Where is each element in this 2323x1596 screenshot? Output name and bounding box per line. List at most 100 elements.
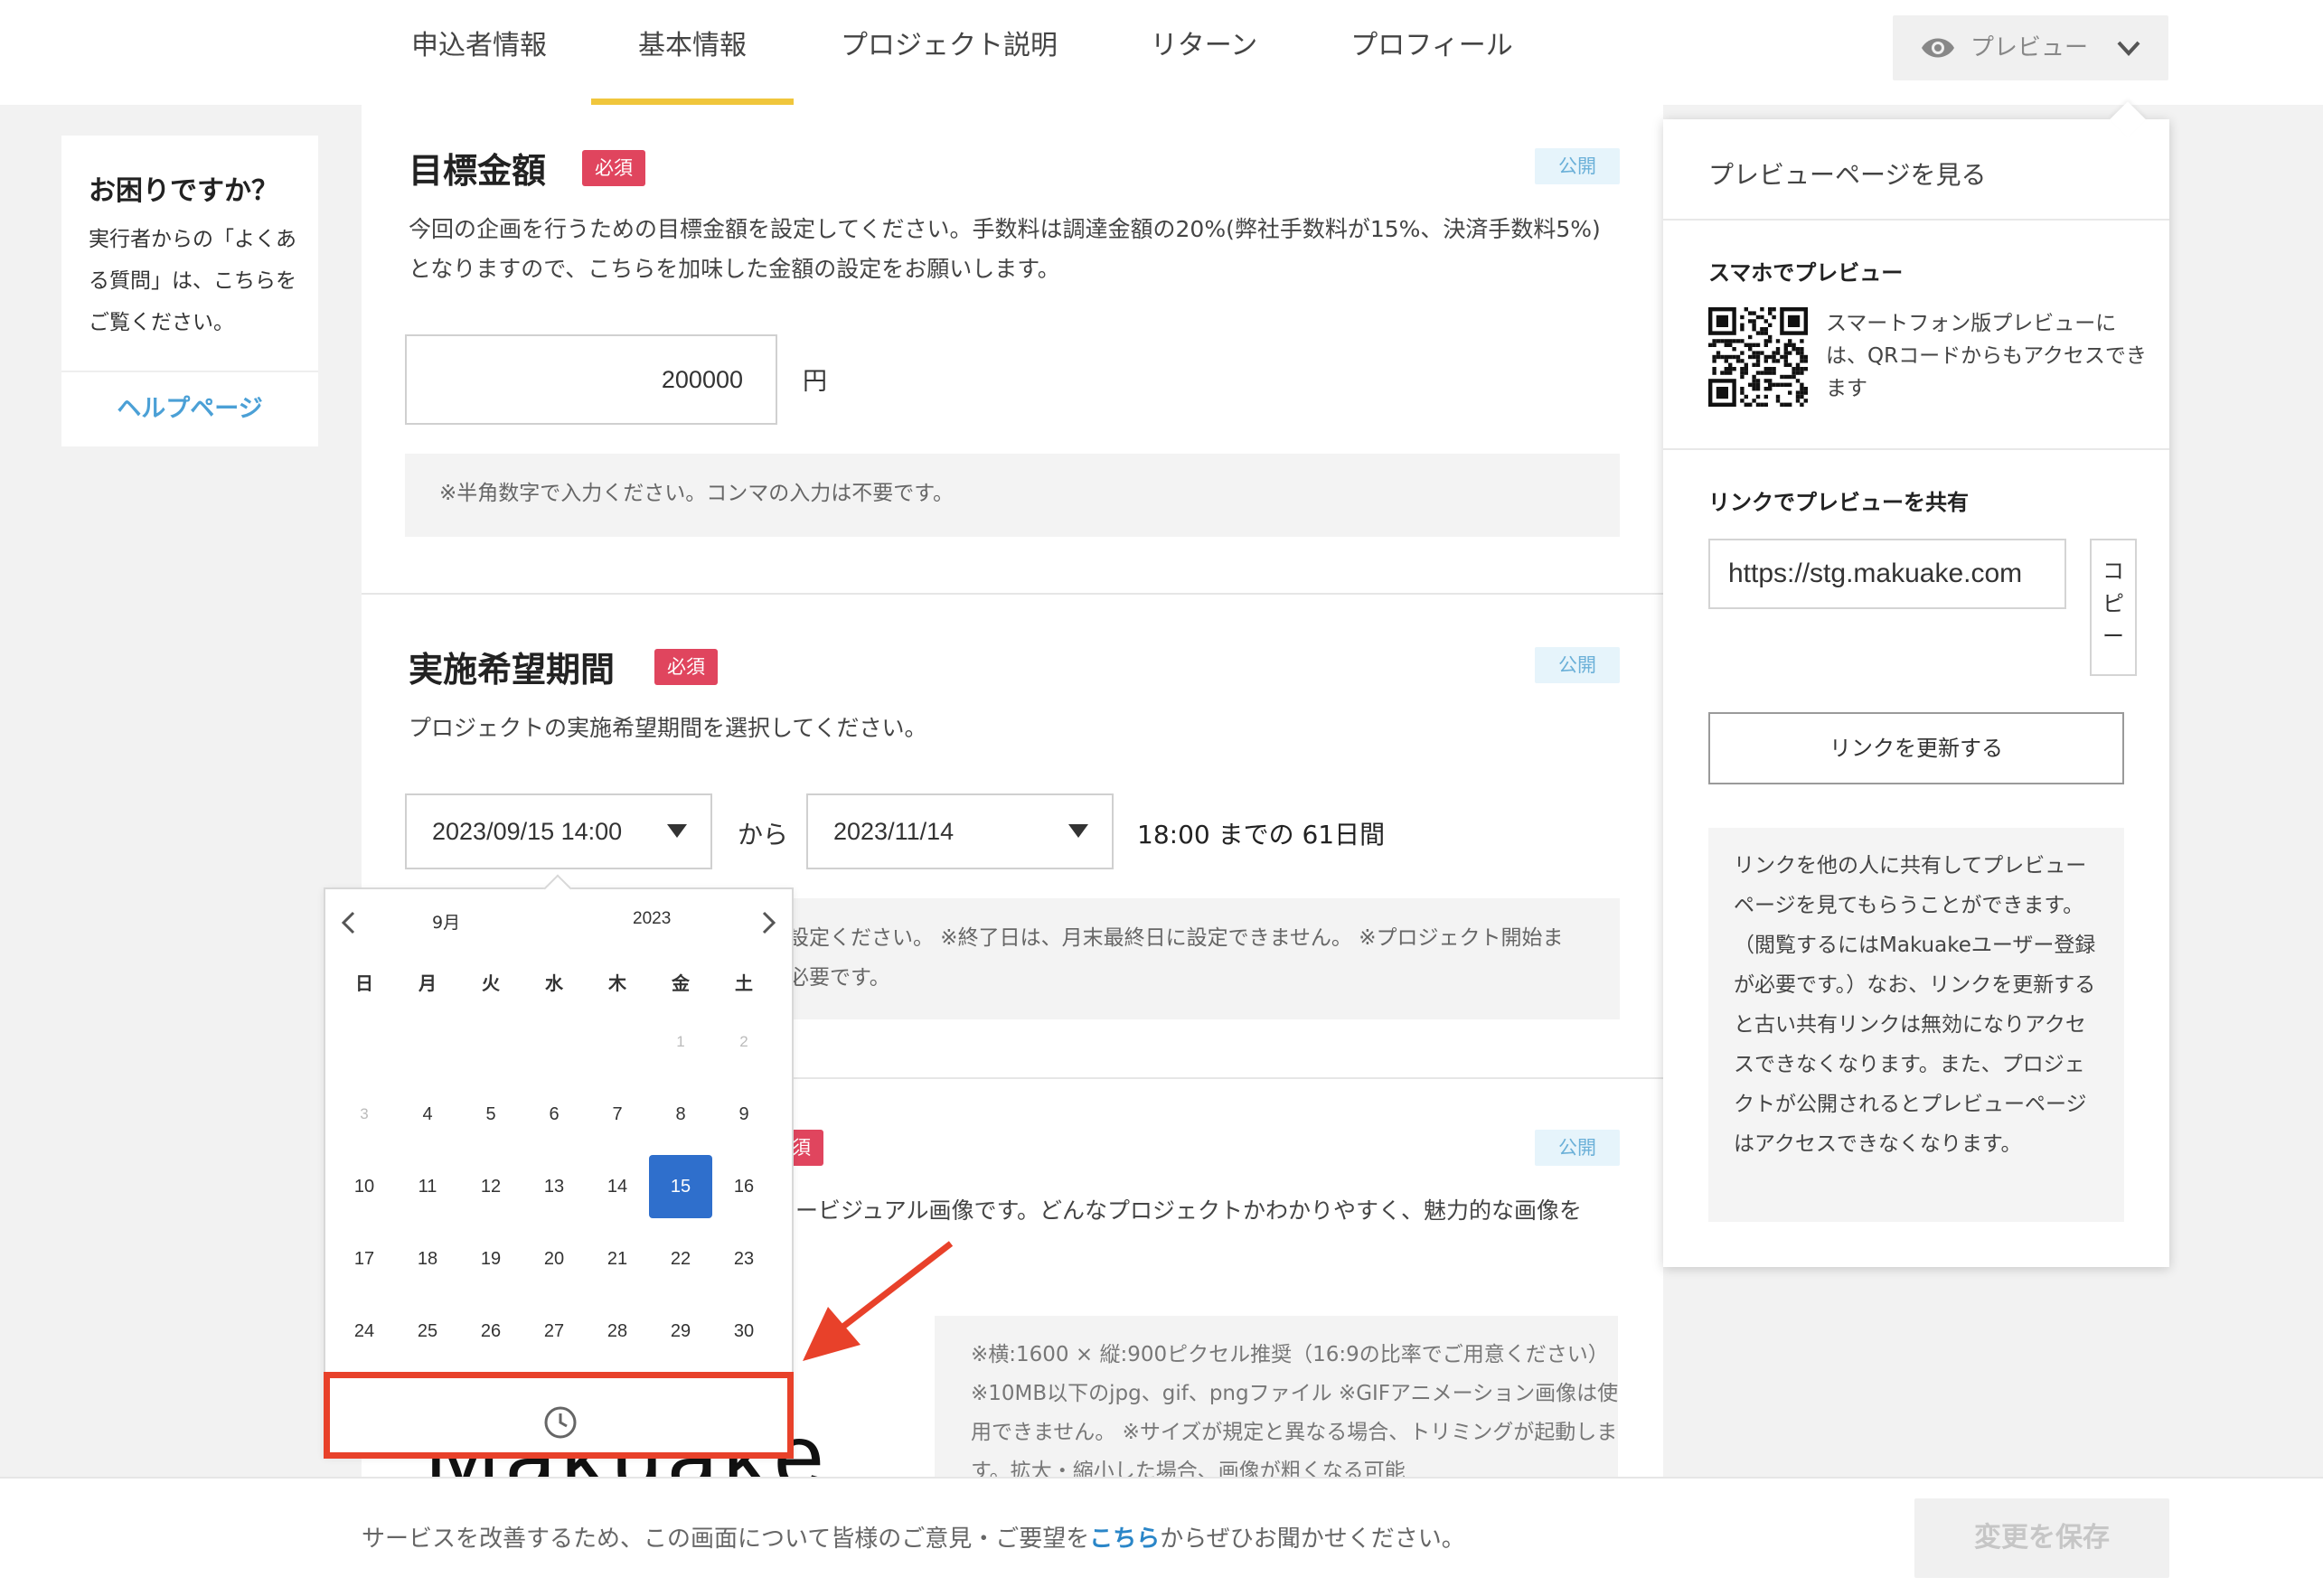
- help-card: お困りですか？ 実行者からの「よくある質問」は、こちらをご覧ください。 ヘルプペ…: [61, 136, 318, 446]
- public-badge: 公開: [1535, 148, 1620, 184]
- section-divider: [362, 593, 1663, 595]
- calendar-day[interactable]: 1: [649, 1010, 712, 1074]
- calendar-day[interactable]: 3: [333, 1083, 396, 1146]
- image-note: ※横:1600 × 縦:900ピクセル推奨（16:9の比率でご用意ください） ※…: [935, 1316, 1618, 1479]
- calendar-day[interactable]: 9: [712, 1083, 776, 1146]
- image-description: ービジュアル画像です。どんなプロジェクトかわかりやすく、魅力的な画像を: [795, 1197, 1583, 1224]
- preview-label: プレビュー: [1970, 34, 2089, 61]
- copy-button[interactable]: コピー: [2090, 539, 2137, 676]
- calendar-day[interactable]: 10: [333, 1155, 396, 1218]
- copy-button-char: ピ: [2102, 591, 2124, 616]
- dropdown-arrow-icon: [667, 824, 687, 838]
- calendar-day[interactable]: 19: [459, 1227, 522, 1291]
- period-description: プロジェクトの実施希望期間を選択してください。: [409, 715, 927, 741]
- share-url-input[interactable]: https://stg.makuake.com: [1708, 539, 2066, 609]
- public-badge: 公開: [1535, 647, 1620, 683]
- feedback-text: サービスを改善するため、この画面について皆様のご意見・ご要望をこちらからぜひお聞…: [362, 1520, 1465, 1554]
- help-page-link[interactable]: ヘルプページ: [61, 372, 318, 446]
- qr-code-icon: [1708, 307, 1808, 407]
- calendar-day-selected[interactable]: 15: [649, 1155, 712, 1218]
- feedback-link[interactable]: こちら: [1089, 1526, 1160, 1553]
- mobile-preview-text: スマートフォン版プレビューには、QRコードからもアクセスできます: [1826, 312, 2147, 400]
- tab-return[interactable]: リターン: [1150, 0, 1258, 105]
- help-title: お困りですか？: [89, 175, 278, 207]
- calendar-day[interactable]: 5: [459, 1083, 522, 1146]
- calendar-day[interactable]: 12: [459, 1155, 522, 1218]
- year-label: 2023: [633, 909, 672, 928]
- mobile-preview-title: スマホでプレビュー: [1708, 260, 1904, 286]
- weekday-label: 火: [482, 972, 500, 994]
- chevron-down-icon: [2115, 37, 2142, 62]
- top-nav: 申込者情報 基本情報 プロジェクト説明 リターン プロフィール プレビュー: [0, 0, 2323, 105]
- share-preview-title: リンクでプレビューを共有: [1708, 490, 1969, 515]
- end-date-select[interactable]: 2023/11/14: [806, 793, 1114, 869]
- preview-page-link[interactable]: プレビューページを見る: [1708, 155, 1986, 192]
- calendar-day[interactable]: 24: [333, 1300, 396, 1363]
- period-note-line-1: 設定ください。 ※終了日は、月末最終日に設定できません。 ※プロジェクト開始ま: [788, 926, 1564, 950]
- calendar-day[interactable]: 26: [459, 1300, 522, 1363]
- calendar-day[interactable]: 28: [586, 1300, 649, 1363]
- required-badge: 必須: [582, 150, 645, 186]
- calendar-day[interactable]: 20: [522, 1227, 586, 1291]
- calendar-day[interactable]: 11: [396, 1155, 459, 1218]
- calendar-day[interactable]: 29: [649, 1300, 712, 1363]
- image-note-text: ※横:1600 × 縦:900ピクセル推奨（16:9の比率でご用意ください） ※…: [971, 1343, 1618, 1479]
- footer-bar: サービスを改善するため、この画面について皆様のご意見・ご要望をこちらからぜひお聞…: [0, 1477, 2323, 1596]
- weekday-label: 月: [419, 972, 437, 994]
- required-badge: 必須: [654, 649, 718, 685]
- goal-amount-input[interactable]: 200000: [405, 334, 777, 425]
- goal-title: 目標金額: [409, 151, 547, 191]
- next-month-icon[interactable]: [757, 909, 779, 940]
- weekday-label: 日: [355, 972, 373, 994]
- share-info-text: リンクを他の人に共有してプレビューページを見てもらうことができます。（閲覧するに…: [1734, 854, 2096, 1156]
- divider: [1663, 448, 2169, 450]
- currency-unit: 円: [803, 368, 827, 396]
- calendar-day[interactable]: 6: [522, 1083, 586, 1146]
- weekday-label: 金: [672, 972, 690, 994]
- prev-month-icon[interactable]: [338, 909, 360, 940]
- period-note-line-2: 必要です。: [788, 966, 890, 990]
- calendar-day[interactable]: 14: [586, 1155, 649, 1218]
- preview-dropdown-button[interactable]: プレビュー: [1893, 15, 2168, 80]
- calendar-day[interactable]: 21: [586, 1227, 649, 1291]
- feedback-text-after: からぜひお聞かせください。: [1160, 1526, 1465, 1553]
- month-label: 9月: [432, 913, 461, 933]
- calendar-day[interactable]: 8: [649, 1083, 712, 1146]
- weekday-label: 木: [608, 972, 626, 994]
- start-date-value: 2023/09/15 14:00: [432, 818, 623, 845]
- divider: [1663, 219, 2169, 221]
- weekday-label: 水: [545, 972, 563, 994]
- popup-caret: [2110, 101, 2146, 137]
- calendar-day[interactable]: 4: [396, 1083, 459, 1146]
- eye-icon: [1920, 33, 1956, 66]
- calendar-day[interactable]: 25: [396, 1300, 459, 1363]
- calendar-day[interactable]: 22: [649, 1227, 712, 1291]
- calendar-day[interactable]: 27: [522, 1300, 586, 1363]
- dropdown-arrow-icon: [1068, 824, 1088, 838]
- tab-applicant[interactable]: 申込者情報: [410, 0, 548, 105]
- calendar-day[interactable]: 18: [396, 1227, 459, 1291]
- copy-button-char: コ: [2102, 559, 2124, 584]
- calendar-day[interactable]: 7: [586, 1083, 649, 1146]
- from-label: から: [738, 820, 789, 850]
- weekday-label: 土: [735, 972, 753, 994]
- public-badge: 公開: [1535, 1130, 1620, 1166]
- share-info-box: リンクを他の人に共有してプレビューページを見てもらうことができます。（閲覧するに…: [1708, 828, 2124, 1222]
- calendar-day[interactable]: 30: [712, 1300, 776, 1363]
- copy-button-char: ー: [2102, 624, 2124, 649]
- end-date-value: 2023/11/14: [833, 818, 955, 845]
- refresh-link-button[interactable]: リンクを更新する: [1708, 712, 2124, 784]
- goal-description: 今回の企画を行うための目標金額を設定してください。手数料は調達金額の20%(弊社…: [409, 216, 1601, 282]
- calendar-day[interactable]: 16: [712, 1155, 776, 1218]
- calendar-day[interactable]: 17: [333, 1227, 396, 1291]
- calendar-day[interactable]: 23: [712, 1227, 776, 1291]
- tab-profile[interactable]: プロフィール: [1350, 0, 1513, 105]
- tab-basic-info[interactable]: 基本情報: [591, 0, 794, 105]
- tab-project-description[interactable]: プロジェクト説明: [841, 0, 1058, 105]
- calendar-day[interactable]: 13: [522, 1155, 586, 1218]
- goal-note: ※半角数字で入力ください。コンマの入力は不要です。: [405, 454, 1620, 537]
- save-changes-button[interactable]: 変更を保存: [1914, 1498, 2169, 1578]
- start-date-select[interactable]: 2023/09/15 14:00: [405, 793, 712, 869]
- duration-text: 18:00 までの 61日間: [1137, 820, 1386, 850]
- calendar-day[interactable]: 2: [712, 1010, 776, 1074]
